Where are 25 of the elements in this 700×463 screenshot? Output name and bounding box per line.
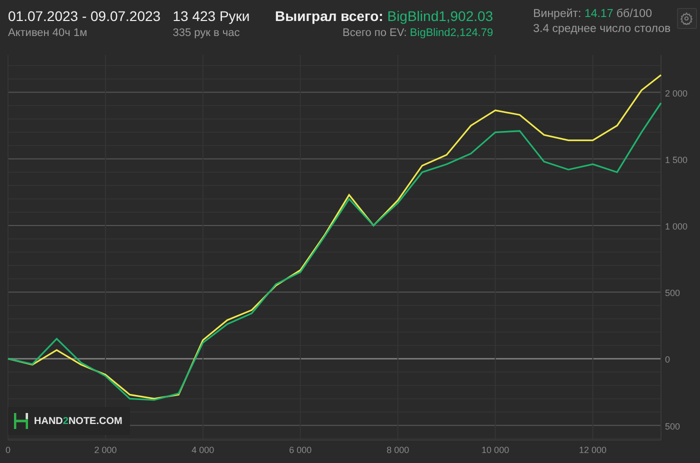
x-axis-label: 2 000: [94, 445, 117, 455]
y-axis-label: 1 000: [665, 222, 688, 232]
average-tables: 3.4 среднее число столов: [533, 23, 671, 35]
settings-button[interactable]: [676, 8, 697, 29]
hands-count: 13 423 Руки: [172, 8, 250, 24]
x-axis-label: 8 000: [386, 445, 410, 455]
hands-per-hour: 335 рук в час: [172, 27, 240, 39]
total-ev: Всего по EV: BigBlind2,124.79: [342, 27, 494, 39]
logo-text: HAND2NOTE.COM: [34, 416, 122, 426]
x-axis-label: 0: [6, 445, 10, 455]
date-range: 01.07.2023 - 09.07.2023: [8, 8, 161, 24]
y-axis-label: 1 500: [665, 154, 688, 165]
x-axis-label: 10 000: [482, 445, 510, 455]
active-time: Активен 40ч 1м: [8, 27, 88, 39]
logo-icon: [14, 413, 28, 429]
x-axis-label: 4 000: [192, 445, 214, 455]
x-axis-label: 6 000: [289, 445, 312, 455]
winrate: Винрейт: 14.17 бб/100: [533, 8, 652, 20]
y-axis-label: 2 000: [665, 88, 688, 98]
y-axis-label: 0: [665, 354, 670, 365]
y-axis-label: 500: [665, 421, 680, 432]
y-axis-label: 500: [665, 288, 680, 298]
settings-icon: [680, 12, 694, 25]
x-axis-label: 12 000: [579, 445, 607, 455]
total-won: Выиграл всего: BigBlind1,902.03: [275, 8, 494, 24]
